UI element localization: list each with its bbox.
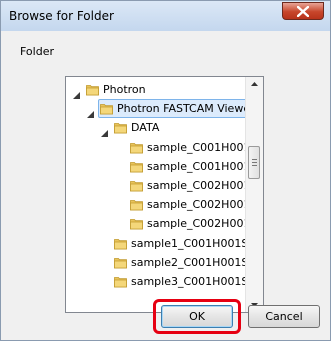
tree-item[interactable]: DATA xyxy=(100,118,246,138)
folder-tree[interactable]: Photron Photron FASTCAM Viewer 3 DATA sampl… xyxy=(65,76,264,313)
folder-icon xyxy=(114,121,127,134)
folder-icon xyxy=(130,179,143,192)
dialog-body: Folder Photron Photron FASTCAM Viewer 3 DA… xyxy=(8,31,324,334)
tree-item[interactable]: sample1_C001H001S0001 xyxy=(100,234,263,253)
ok-highlight-box xyxy=(153,299,241,334)
cancel-button[interactable]: Cancel xyxy=(248,305,320,328)
folder-icon xyxy=(86,83,99,96)
folder-icon xyxy=(100,102,113,115)
vertical-scrollbar[interactable] xyxy=(245,77,263,312)
expanded-triangle-icon[interactable] xyxy=(101,124,108,143)
close-icon xyxy=(297,6,309,17)
tree-item[interactable]: Photron xyxy=(72,80,246,99)
scrollbar-thumb[interactable] xyxy=(248,146,260,179)
folder-icon xyxy=(130,217,143,230)
window-title: Browse for Folder xyxy=(9,9,114,23)
folder-icon xyxy=(130,141,143,154)
tree-item[interactable]: sample2_C001H001S0001 xyxy=(100,253,263,272)
tree-item-label: Photron xyxy=(103,83,146,96)
tree-item[interactable]: sample_C002H001S0001 xyxy=(116,176,263,195)
expanded-triangle-icon[interactable] xyxy=(73,86,80,105)
folder-icon xyxy=(114,237,127,250)
tree-item[interactable]: sample_C001H001S0001 xyxy=(116,138,263,157)
tree-item[interactable]: sample_C001H001S0002 xyxy=(116,157,263,176)
folder-label: Folder xyxy=(20,45,54,58)
browse-for-folder-dialog: Browse for Folder Folder Photron Photron … xyxy=(0,0,331,341)
tree-item[interactable]: sample_C002H001S0003 xyxy=(116,214,263,233)
tree-item[interactable]: sample_C002H001S0002 xyxy=(116,195,263,214)
tree-item[interactable]: Photron FASTCAM Viewer 3 xyxy=(86,99,263,119)
folder-icon xyxy=(114,275,127,288)
tree-item[interactable]: sample3_C001H001S0001 xyxy=(100,272,263,291)
scroll-up-arrow-icon[interactable] xyxy=(251,82,258,86)
folder-icon xyxy=(130,160,143,173)
expanded-triangle-icon[interactable] xyxy=(87,105,94,124)
close-button[interactable] xyxy=(282,2,324,20)
title-bar: Browse for Folder xyxy=(1,1,330,31)
tree-item-label: Photron FASTCAM Viewer 3 xyxy=(117,102,264,116)
folder-icon xyxy=(130,198,143,211)
tree-item-label: DATA xyxy=(131,121,160,135)
folder-icon xyxy=(114,256,127,269)
